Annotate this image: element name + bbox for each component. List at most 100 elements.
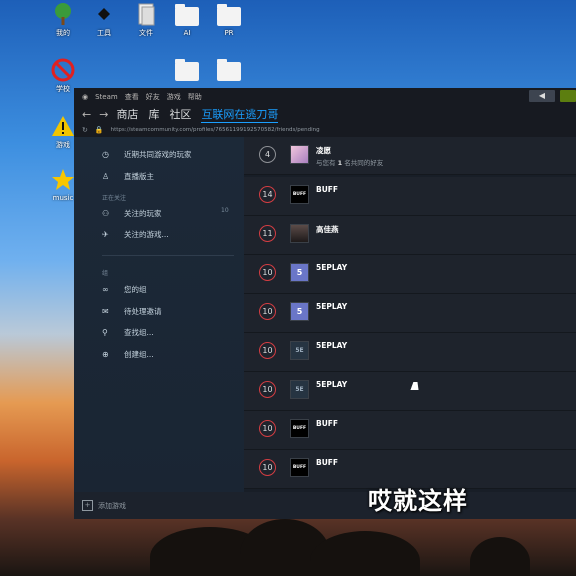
level-badge: 10 [259, 459, 276, 476]
sidebar-item-label: 关注的游戏... [124, 230, 169, 239]
list-item[interactable]: 10 5 5EPLAY [244, 294, 576, 333]
url-text[interactable]: https://steamcommunity.com/profiles/7656… [111, 127, 320, 133]
group-icon: ∞ [102, 285, 109, 294]
forward-button[interactable]: → [99, 108, 108, 121]
announcement-button[interactable]: ◀ [529, 90, 555, 102]
add-game-bar[interactable]: + 添加游戏 [74, 492, 576, 519]
friend-name[interactable]: 高佳燕 [316, 224, 339, 235]
followed-count: 10 [221, 207, 229, 214]
menu-games[interactable]: 游戏 [167, 92, 181, 102]
desktop-icon-tools[interactable]: 工具 [84, 2, 124, 38]
desktop-folder-4[interactable] [209, 59, 249, 84]
search-icon: ⚲ [102, 328, 108, 337]
mutual-count: 1 [337, 159, 343, 167]
sidebar-item-label: 近期共同游戏的玩家 [124, 150, 192, 159]
nav-user[interactable]: 互联网在逃刀哥 [201, 106, 279, 123]
list-item[interactable]: 10 5 5EPLAY [244, 255, 576, 294]
video-subtitle: 哎就这样 [368, 487, 468, 515]
sidebar-item-your-groups[interactable]: ∞ 您的组 [102, 284, 147, 295]
avatar[interactable] [290, 224, 309, 243]
friend-name[interactable]: 5EPLAY [316, 263, 347, 272]
desktop-folder-3[interactable] [167, 59, 207, 84]
sidebar-item-label: 待处理邀请 [124, 307, 162, 316]
menu-view[interactable]: 查看 [125, 92, 139, 102]
diamond-icon [98, 8, 110, 20]
avatar[interactable] [290, 145, 309, 164]
pending-requests-list: 4 凌愿 与您有 1 名共同的好友 14 BUFF BUFF 11 高佳燕 10… [244, 137, 576, 492]
sidebar-item-find-groups[interactable]: ⚲ 查找组... [102, 327, 154, 338]
sidebar-item-followed-players[interactable]: ⚇ 关注的玩家 [102, 208, 162, 219]
friends-sidebar: ◷ 近期共同游戏的玩家 ♙ 直播版主 正在关注 ⚇ 关注的玩家 10 ✈ 关注的… [74, 137, 244, 492]
nav-community[interactable]: 社区 [169, 106, 191, 122]
friend-name[interactable]: 5EPLAY [316, 302, 347, 311]
sidebar-item-create-group[interactable]: ⊕ 创建组... [102, 349, 154, 360]
refresh-icon[interactable]: ↻ [82, 126, 88, 134]
list-item[interactable]: 11 高佳燕 [244, 216, 576, 255]
avatar[interactable]: BUFF [290, 185, 309, 204]
sidebar-item-recent-players[interactable]: ◷ 近期共同游戏的玩家 [102, 149, 192, 160]
mail-icon: ✉ [102, 307, 109, 316]
url-bar: ↻ 🔒 https://steamcommunity.com/profiles/… [74, 123, 576, 137]
controller-icon: ✈ [102, 230, 109, 239]
friend-name[interactable]: 凌愿 [316, 145, 331, 156]
steam-nav: ← → 商店 库 社区 互联网在逃刀哥 [74, 105, 576, 123]
avatar[interactable]: 5E [290, 380, 309, 399]
menu-help[interactable]: 帮助 [188, 92, 202, 102]
mutual-prefix: 与您有 [316, 159, 336, 167]
desktop-icon-label: AI [183, 29, 191, 37]
avatar[interactable]: BUFF [290, 419, 309, 438]
notification-button[interactable] [560, 90, 576, 102]
level-badge: 4 [259, 146, 276, 163]
nav-library[interactable]: 库 [148, 106, 159, 122]
lock-icon: 🔒 [94, 126, 104, 134]
folder-icon [217, 4, 241, 26]
megaphone-icon: ◀ [538, 91, 546, 100]
clock-icon: ◷ [102, 150, 109, 159]
plus-circle-icon: ⊕ [102, 350, 109, 359]
avatar[interactable]: BUFF [290, 458, 309, 477]
friend-name[interactable]: BUFF [316, 419, 338, 428]
friend-name[interactable]: 5EPLAY [316, 341, 347, 350]
sidebar-item-pending-invites[interactable]: ✉ 待处理邀请 [102, 306, 162, 317]
sidebar-item-label: 创建组... [124, 350, 154, 359]
list-item[interactable]: 4 凌愿 与您有 1 名共同的好友 [244, 137, 576, 175]
avatar[interactable]: 5 [290, 263, 309, 282]
friend-name[interactable]: BUFF [316, 185, 338, 194]
list-item[interactable]: 14 BUFF BUFF [244, 177, 576, 216]
desktop-icon-label: 工具 [97, 29, 111, 37]
menu-steam[interactable]: Steam [95, 93, 118, 101]
folder-icon [175, 4, 199, 26]
avatar[interactable]: 5 [290, 302, 309, 321]
sidebar-item-label: 查找组... [124, 328, 154, 337]
nav-store[interactable]: 商店 [116, 106, 138, 122]
background-trees [0, 519, 576, 576]
list-item[interactable]: 10 5E 5EPLAY [244, 372, 576, 411]
sidebar-item-label: 关注的玩家 [124, 209, 162, 218]
friend-name[interactable]: 5EPLAY [316, 380, 347, 389]
mutual-friends: 与您有 1 名共同的好友 [316, 157, 383, 167]
steam-menubar: ◉ Steam 查看 好友 游戏 帮助 ◀ [74, 88, 576, 105]
level-badge: 10 [259, 264, 276, 281]
sidebar-item-broadcast-mods[interactable]: ♙ 直播版主 [102, 171, 154, 182]
plus-icon: + [82, 500, 93, 511]
broadcaster-icon: ♙ [102, 172, 110, 181]
desktop-icon-files[interactable]: 文件 [126, 2, 166, 38]
add-game-label: 添加游戏 [98, 501, 126, 510]
desktop-icon-ai[interactable]: AI [167, 4, 207, 37]
list-item[interactable]: 10 BUFF BUFF [244, 411, 576, 450]
sidebar-item-followed-games[interactable]: ✈ 关注的游戏... [102, 229, 169, 240]
list-item[interactable]: 10 5E 5EPLAY [244, 333, 576, 372]
divider [102, 255, 234, 256]
desktop-icon-label: PR [224, 29, 234, 37]
desktop-icon-pr[interactable]: PR [209, 4, 249, 37]
level-badge: 10 [259, 303, 276, 320]
desktop-icon-mine[interactable]: 我的 [43, 2, 83, 38]
folder-icon [217, 59, 241, 81]
friend-name[interactable]: BUFF [316, 458, 338, 467]
desktop-icon-label: 文件 [139, 29, 153, 37]
avatar[interactable]: 5E [290, 341, 309, 360]
users-icon: ⚇ [102, 209, 110, 218]
steam-window: ◉ Steam 查看 好友 游戏 帮助 ◀ ← → 商店 库 社区 互联网在逃刀… [74, 88, 576, 519]
menu-friends[interactable]: 好友 [146, 92, 160, 102]
back-button[interactable]: ← [82, 108, 91, 121]
